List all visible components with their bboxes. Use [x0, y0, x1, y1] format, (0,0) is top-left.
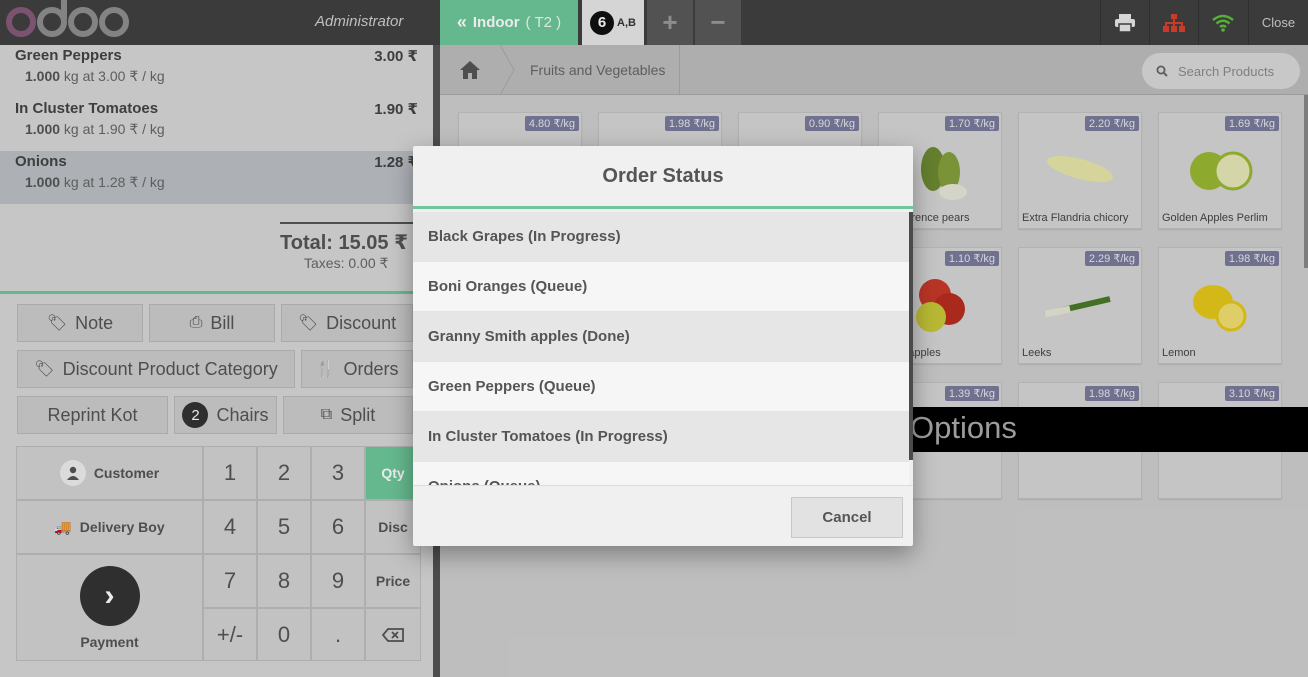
order-status-item[interactable]: Granny Smith apples (Done)	[413, 312, 909, 362]
dialog-footer: Cancel	[413, 485, 913, 546]
order-status-item[interactable]: Boni Oranges (Queue)	[413, 262, 909, 312]
order-status-dialog: Order Status Black Grapes (In Progress) …	[413, 146, 913, 546]
order-status-list: Black Grapes (In Progress) Boni Oranges …	[413, 212, 909, 485]
order-status-item[interactable]: Onions (Queue)	[413, 462, 909, 485]
dialog-title: Order Status	[413, 146, 913, 209]
cancel-button[interactable]: Cancel	[791, 497, 903, 538]
dialog-scrollbar[interactable]	[909, 212, 913, 460]
order-status-item[interactable]: Green Peppers (Queue)	[413, 362, 909, 412]
order-status-item[interactable]: Black Grapes (In Progress)	[413, 212, 909, 262]
order-status-item[interactable]: In Cluster Tomatoes (In Progress)	[413, 412, 909, 462]
